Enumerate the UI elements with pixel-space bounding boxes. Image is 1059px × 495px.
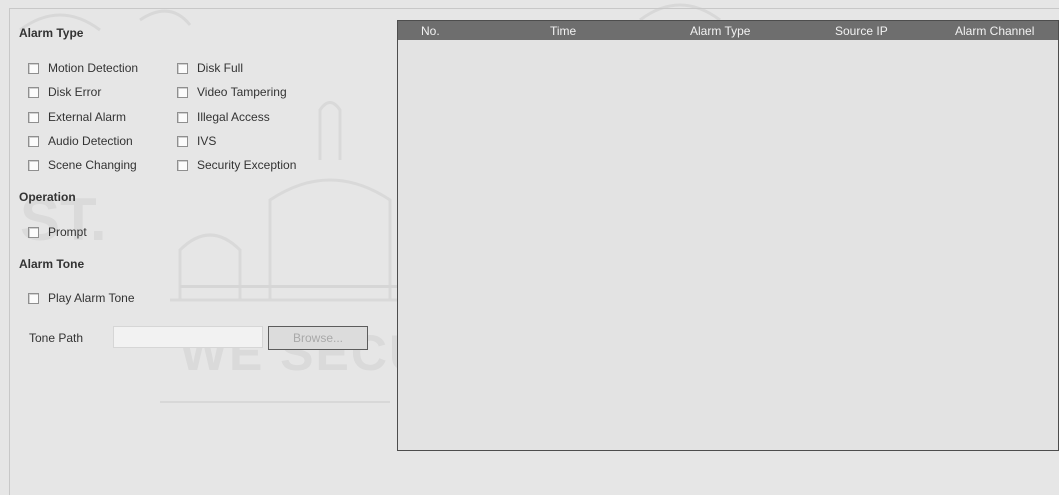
checkbox-ivs[interactable]: IVS <box>177 134 216 148</box>
checkbox-box[interactable] <box>28 111 39 123</box>
checkbox-prompt[interactable]: Prompt <box>28 225 87 239</box>
checkbox-label: Disk Error <box>48 85 102 99</box>
tone-path-input[interactable] <box>113 326 263 348</box>
checkbox-box[interactable] <box>28 86 39 98</box>
checkbox-label: Video Tampering <box>197 85 287 99</box>
checkbox-label: Play Alarm Tone <box>48 291 135 305</box>
checkbox-label: Disk Full <box>197 61 244 75</box>
checkbox-box[interactable] <box>177 111 188 123</box>
column-header-source-ip: Source IP <box>835 24 888 38</box>
column-header-time: Time <box>550 24 577 38</box>
table-header: No. Time Alarm Type Source IP Alarm Chan… <box>398 21 1058 40</box>
browse-button[interactable]: Browse... <box>268 326 368 350</box>
operation-title: Operation <box>19 190 76 204</box>
checkbox-video-tampering[interactable]: Video Tampering <box>177 85 287 99</box>
checkbox-label: Scene Changing <box>48 158 137 172</box>
checkbox-external-alarm[interactable]: External Alarm <box>28 110 126 124</box>
checkbox-motion-detection[interactable]: Motion Detection <box>28 61 138 75</box>
checkbox-disk-error[interactable]: Disk Error <box>28 85 101 99</box>
checkbox-label: Motion Detection <box>48 61 139 75</box>
checkbox-scene-changing[interactable]: Scene Changing <box>28 158 137 172</box>
checkbox-label: Prompt <box>48 225 87 239</box>
checkbox-label: External Alarm <box>48 110 127 124</box>
checkbox-audio-detection[interactable]: Audio Detection <box>28 134 133 148</box>
checkbox-box[interactable] <box>28 62 39 74</box>
column-header-no: No. <box>421 24 440 38</box>
checkbox-play-alarm-tone[interactable]: Play Alarm Tone <box>28 291 135 305</box>
column-header-alarm-channel: Alarm Channel <box>955 24 1035 38</box>
alarm-type-title: Alarm Type <box>19 26 84 40</box>
checkbox-label: Illegal Access <box>197 110 270 124</box>
checkbox-box[interactable] <box>28 159 39 171</box>
checkbox-box[interactable] <box>177 86 188 98</box>
checkbox-box[interactable] <box>177 62 188 74</box>
checkbox-security-exception[interactable]: Security Exception <box>177 158 296 172</box>
checkbox-disk-full[interactable]: Disk Full <box>177 61 243 75</box>
checkbox-box[interactable] <box>28 292 39 304</box>
checkbox-label: Audio Detection <box>48 134 133 148</box>
tone-path-label: Tone Path <box>29 331 84 345</box>
checkbox-label: IVS <box>197 134 217 148</box>
checkbox-illegal-access[interactable]: Illegal Access <box>177 110 270 124</box>
column-header-alarm-type: Alarm Type <box>690 24 751 38</box>
alarm-tone-title: Alarm Tone <box>19 257 85 271</box>
checkbox-label: Security Exception <box>197 158 297 172</box>
checkbox-box[interactable] <box>177 135 188 147</box>
checkbox-box[interactable] <box>28 226 39 238</box>
alarm-list-table: No. Time Alarm Type Source IP Alarm Chan… <box>397 20 1059 451</box>
checkbox-box[interactable] <box>177 159 188 171</box>
checkbox-box[interactable] <box>28 135 39 147</box>
